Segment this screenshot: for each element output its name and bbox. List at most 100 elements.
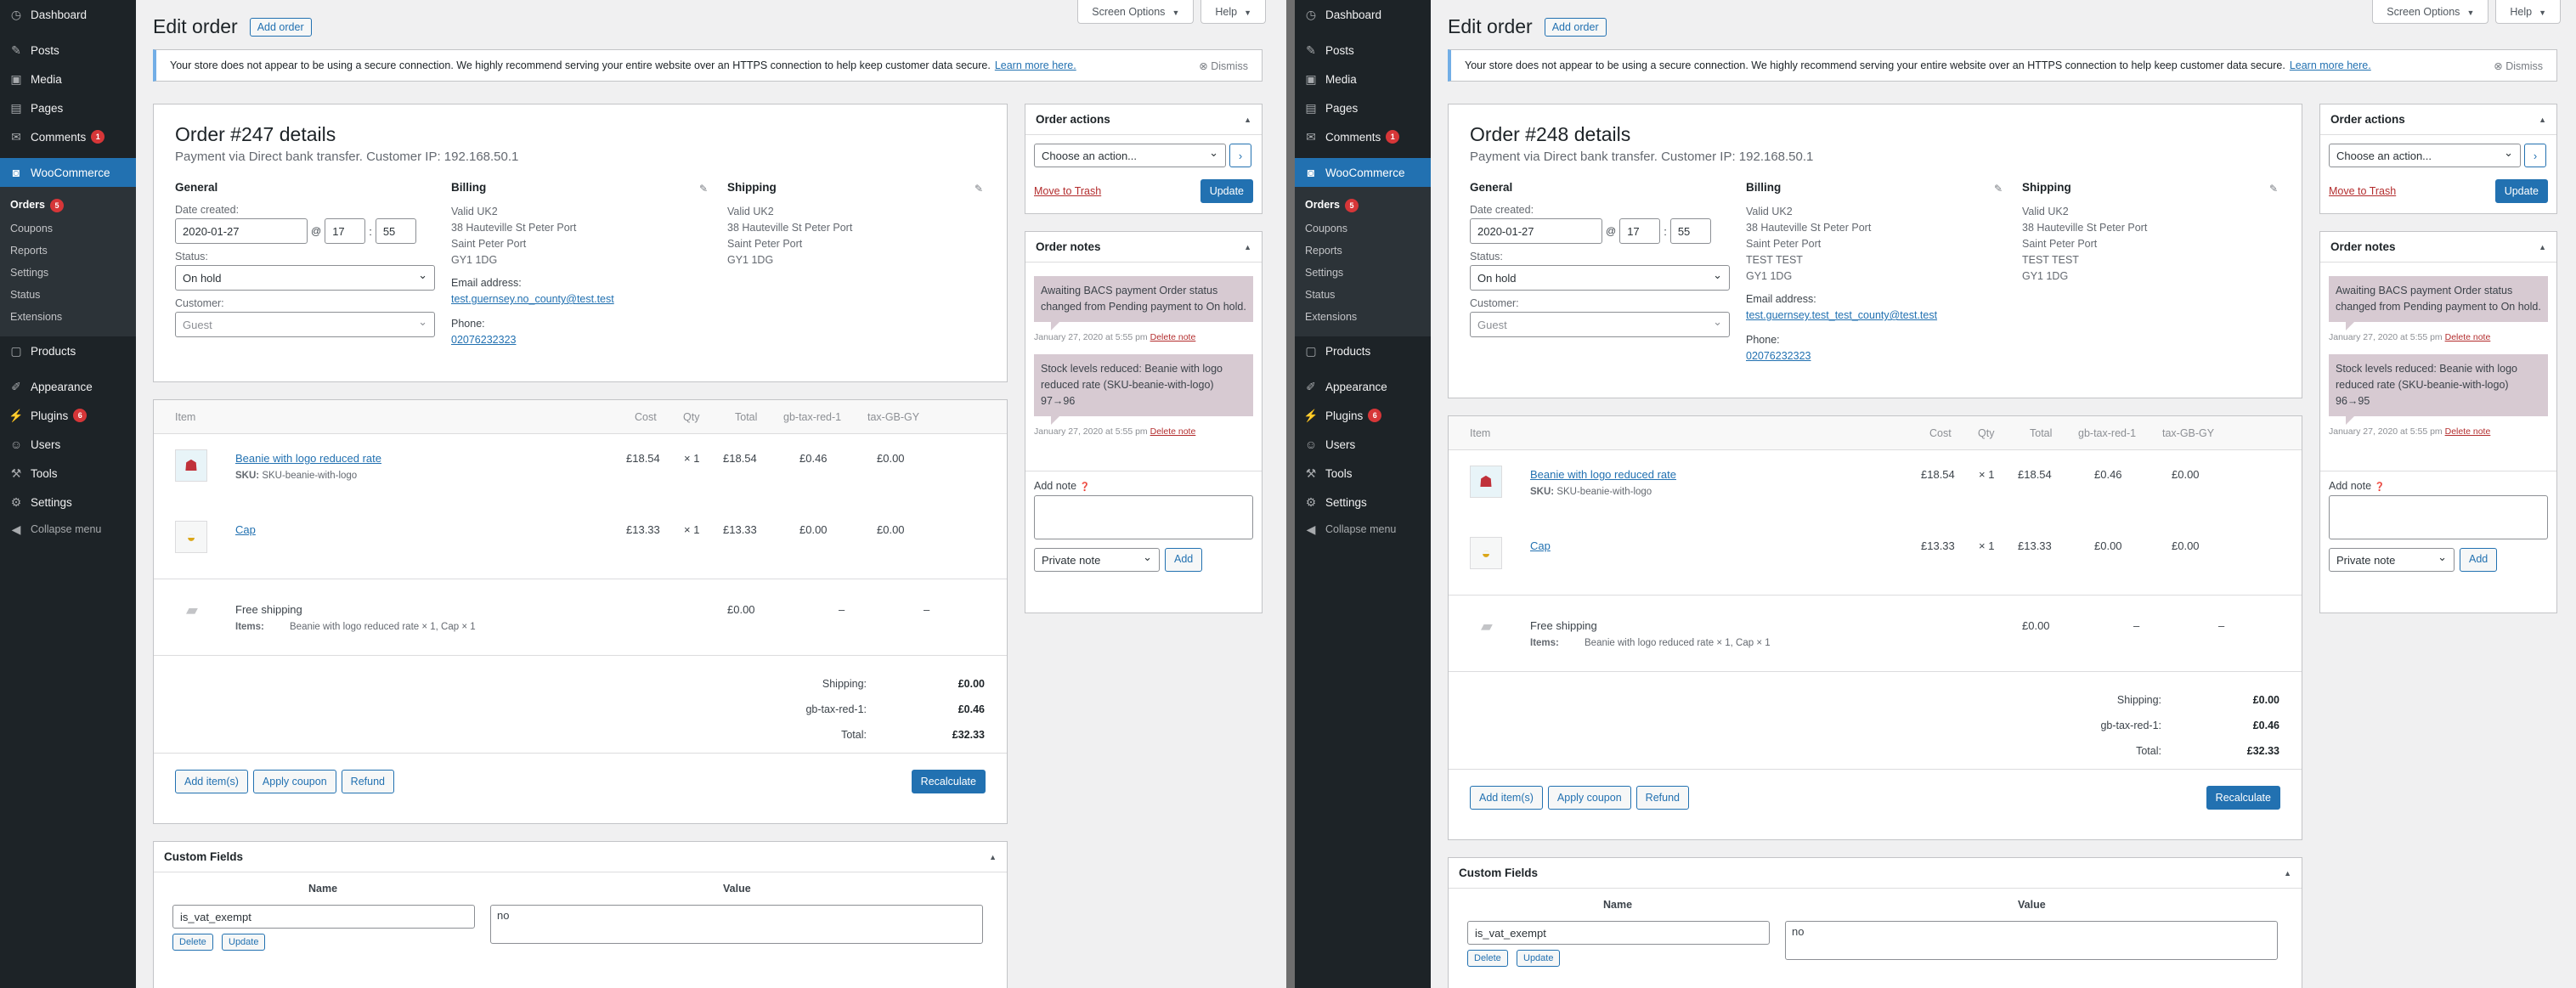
submenu-orders[interactable]: Orders 5	[1295, 194, 1431, 217]
order-action-select[interactable]: Choose an action...	[1034, 144, 1226, 167]
delete-note-link[interactable]: Delete note	[2445, 332, 2491, 342]
menu-plugins[interactable]: ⚡ Plugins 6	[0, 401, 136, 430]
add-items-button[interactable]: Add item(s)	[1470, 786, 1543, 810]
delete-custom-field-button[interactable]: Delete	[1467, 950, 1508, 967]
custom-field-value-textarea[interactable]: no	[1785, 921, 2278, 960]
menu-posts[interactable]: ✎ Posts	[1295, 36, 1431, 65]
apply-action-button[interactable]: ›	[1229, 144, 1251, 167]
menu-comments[interactable]: ✉ Comments 1	[0, 122, 136, 151]
menu-woocommerce[interactable]: ◙ WooCommerce	[1295, 158, 1438, 187]
status-select[interactable]: On hold	[1470, 265, 1730, 291]
menu-users[interactable]: ☺ Users	[0, 430, 136, 459]
menu-products[interactable]: ▢ Products	[0, 336, 136, 365]
refund-button[interactable]: Refund	[341, 770, 394, 793]
billing-phone-link[interactable]: 02076232323	[451, 334, 516, 346]
custom-field-value-textarea[interactable]: no	[490, 905, 983, 944]
billing-email-link[interactable]: test.guernsey.no_county@test.test	[451, 293, 614, 305]
item-name-link[interactable]: Cap	[1530, 539, 1551, 552]
menu-media[interactable]: ▣ Media	[0, 65, 136, 93]
add-note-button[interactable]: Add	[1165, 548, 1203, 572]
menu-settings[interactable]: ⚙ Settings	[1295, 488, 1431, 517]
edit-shipping-pencil-icon[interactable]: ✎	[974, 183, 983, 195]
edit-shipping-pencil-icon[interactable]: ✎	[2269, 183, 2278, 195]
help-tip-icon[interactable]: ❓	[1080, 483, 1090, 492]
menu-plugins[interactable]: ⚡ Plugins 6	[1295, 401, 1431, 430]
edit-billing-pencil-icon[interactable]: ✎	[699, 183, 708, 195]
learn-more-link[interactable]: Learn more here.	[995, 59, 1076, 71]
update-order-button[interactable]: Update	[1200, 179, 1253, 203]
note-type-select[interactable]: Private note	[1034, 548, 1160, 572]
menu-settings[interactable]: ⚙ Settings	[0, 488, 136, 517]
menu-media[interactable]: ▣ Media	[1295, 65, 1431, 93]
add-note-textarea[interactable]	[2329, 495, 2548, 539]
collapse-toggle-icon[interactable]: ▲	[989, 853, 997, 861]
add-order-button[interactable]: Add order	[249, 17, 312, 37]
menu-pages[interactable]: ▤ Pages	[0, 93, 136, 122]
menu-comments[interactable]: ✉ Comments 1	[1295, 122, 1431, 151]
apply-coupon-button[interactable]: Apply coupon	[252, 770, 336, 793]
order-action-select[interactable]: Choose an action...	[2329, 144, 2521, 167]
note-type-select[interactable]: Private note	[2329, 548, 2455, 572]
menu-users[interactable]: ☺ Users	[1295, 430, 1431, 459]
menu-pages[interactable]: ▤ Pages	[1295, 93, 1431, 122]
recalculate-button[interactable]: Recalculate	[2206, 786, 2280, 810]
submenu-orders[interactable]: Orders 5	[0, 194, 136, 217]
menu-dashboard[interactable]: ◷ Dashboard	[0, 0, 136, 29]
billing-phone-link[interactable]: 02076232323	[1746, 350, 1811, 362]
status-select[interactable]: On hold	[175, 265, 435, 291]
collapse-toggle-icon[interactable]: ▲	[2539, 116, 2546, 124]
billing-email-link[interactable]: test.guernsey.test_test_county@test.test	[1746, 309, 1937, 321]
delete-note-link[interactable]: Delete note	[1150, 426, 1196, 437]
item-name-link[interactable]: Beanie with logo reduced rate	[1530, 468, 1676, 481]
menu-appearance[interactable]: ✐ Appearance	[1295, 372, 1431, 401]
menu-woocommerce[interactable]: ◙ WooCommerce	[0, 158, 143, 187]
menu-appearance[interactable]: ✐ Appearance	[0, 372, 136, 401]
submenu-settings[interactable]: Settings	[0, 262, 136, 284]
date-created-input[interactable]: 2020-01-27	[175, 218, 308, 244]
collapse-menu[interactable]: ◀ Collapse menu	[0, 517, 136, 542]
customer-select[interactable]: Guest	[175, 312, 435, 337]
submenu-status[interactable]: Status	[0, 284, 136, 306]
custom-field-name-input[interactable]: is_vat_exempt	[172, 905, 475, 929]
dismiss-button[interactable]: ⊗ Dismiss	[1199, 59, 1248, 72]
hour-input[interactable]: 17	[1619, 218, 1661, 244]
submenu-status[interactable]: Status	[1295, 284, 1431, 306]
update-custom-field-button[interactable]: Update	[1517, 950, 1561, 967]
help-tip-icon[interactable]: ❓	[2375, 483, 2385, 492]
hour-input[interactable]: 17	[325, 218, 366, 244]
submenu-coupons[interactable]: Coupons	[0, 217, 136, 240]
add-note-button[interactable]: Add	[2460, 548, 2498, 572]
submenu-extensions[interactable]: Extensions	[1295, 306, 1431, 328]
menu-products[interactable]: ▢ Products	[1295, 336, 1431, 365]
submenu-reports[interactable]: Reports	[1295, 240, 1431, 262]
minute-input[interactable]: 55	[1669, 218, 1711, 244]
collapse-toggle-icon[interactable]: ▲	[1244, 243, 1251, 251]
date-created-input[interactable]: 2020-01-27	[1470, 218, 1602, 244]
edit-billing-pencil-icon[interactable]: ✎	[1994, 183, 2003, 195]
collapse-menu[interactable]: ◀ Collapse menu	[1295, 517, 1431, 542]
menu-posts[interactable]: ✎ Posts	[0, 36, 136, 65]
collapse-toggle-icon[interactable]: ▲	[1244, 116, 1251, 124]
learn-more-link[interactable]: Learn more here.	[2290, 59, 2371, 71]
add-items-button[interactable]: Add item(s)	[175, 770, 248, 793]
dismiss-button[interactable]: ⊗ Dismiss	[2494, 59, 2543, 72]
menu-dashboard[interactable]: ◷ Dashboard	[1295, 0, 1431, 29]
delete-note-link[interactable]: Delete note	[1150, 332, 1196, 342]
refund-button[interactable]: Refund	[1635, 786, 1689, 810]
submenu-coupons[interactable]: Coupons	[1295, 217, 1431, 240]
screen-options-button[interactable]: Screen Options ▼	[2372, 0, 2489, 24]
add-order-button[interactable]: Add order	[1544, 17, 1607, 37]
update-order-button[interactable]: Update	[2494, 179, 2548, 203]
submenu-extensions[interactable]: Extensions	[0, 306, 136, 328]
update-custom-field-button[interactable]: Update	[222, 934, 266, 951]
menu-tools[interactable]: ⚒ Tools	[1295, 459, 1431, 488]
move-to-trash-link[interactable]: Move to Trash	[2329, 185, 2396, 197]
help-button[interactable]: Help ▼	[2495, 0, 2561, 24]
submenu-reports[interactable]: Reports	[0, 240, 136, 262]
recalculate-button[interactable]: Recalculate	[911, 770, 986, 793]
menu-tools[interactable]: ⚒ Tools	[0, 459, 136, 488]
customer-select[interactable]: Guest	[1470, 312, 1730, 337]
collapse-toggle-icon[interactable]: ▲	[2539, 243, 2546, 251]
move-to-trash-link[interactable]: Move to Trash	[1034, 185, 1101, 197]
collapse-toggle-icon[interactable]: ▲	[2284, 869, 2291, 878]
